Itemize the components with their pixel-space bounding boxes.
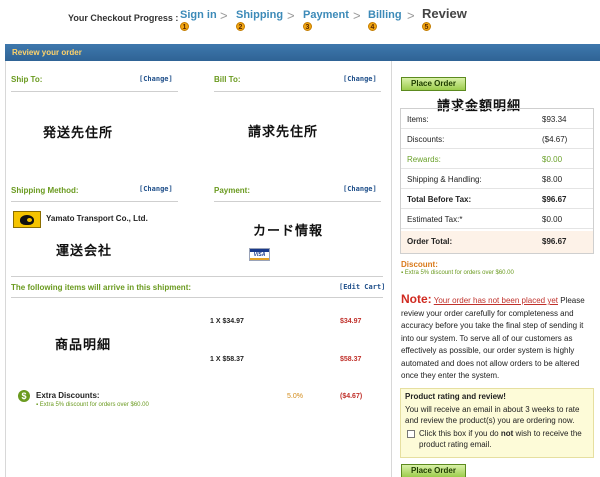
extra-discount-percent: 5.0% xyxy=(287,393,303,400)
step-number-1: 1 xyxy=(180,22,189,31)
kitten-icon xyxy=(27,218,32,222)
order-note: Note: Your order has not been placed yet… xyxy=(401,293,595,383)
rating-title: Product rating and review! xyxy=(405,392,506,401)
review-order-header: Review your order xyxy=(5,44,600,61)
place-order-button[interactable]: Place Order xyxy=(401,77,466,91)
step-separator: > xyxy=(353,8,361,23)
not-placed-link[interactable]: Your order has not been placed yet xyxy=(434,296,558,305)
extra-discount-amount: ($4.67) xyxy=(340,393,363,400)
rating-opt-out-label: Click this box if you do not wish to rec… xyxy=(419,429,582,449)
summary-row-order-total: Order Total: $96.67 xyxy=(401,231,593,253)
step-number-3: 3 xyxy=(303,22,312,31)
step-payment[interactable]: Payment xyxy=(303,9,349,21)
discount-label: Discount: xyxy=(401,260,438,269)
step-number-2: 2 xyxy=(236,22,245,31)
item-total: $58.37 xyxy=(340,356,362,363)
summary-row-total-before-tax: Total Before Tax: $96.67 xyxy=(401,189,593,209)
note-label: Note: xyxy=(401,292,432,306)
card-info: カード情報 xyxy=(253,223,324,238)
step-separator: > xyxy=(287,8,295,23)
note-text: Please review your order carefully for c… xyxy=(401,296,585,380)
divider xyxy=(11,201,178,202)
yamato-logo-icon xyxy=(13,211,41,228)
divider xyxy=(11,297,383,298)
payment-change-link[interactable]: [Change] xyxy=(343,185,377,193)
bill-to-change-link[interactable]: [Change] xyxy=(343,75,377,83)
payment-title: Payment: xyxy=(214,186,251,195)
step-shipping[interactable]: Shipping xyxy=(236,9,283,21)
step-number-5: 5 xyxy=(422,22,431,31)
divider xyxy=(11,276,383,277)
shipping-method-change-link[interactable]: [Change] xyxy=(139,185,173,193)
discount-note: ▪ Extra 5% discount for orders over $60.… xyxy=(401,270,514,276)
rating-notice: Product rating and review! You will rece… xyxy=(400,388,594,458)
ship-to-change-link[interactable]: [Change] xyxy=(139,75,173,83)
summary-row-rewards: Rewards: $0.00 xyxy=(401,149,593,169)
divider xyxy=(214,201,381,202)
items-title: The following items will arrive in this … xyxy=(11,283,192,292)
progress-label: Your Checkout Progress : xyxy=(68,13,179,23)
carrier-label: 運送会社 xyxy=(56,243,113,258)
bill-to-title: Bill To: xyxy=(214,75,241,84)
rating-text: You will receive an email in about 3 wee… xyxy=(405,405,580,425)
edit-cart-link[interactable]: [Edit Cart] xyxy=(339,283,385,291)
item-qty-price: 1 X $34.97 xyxy=(210,318,244,325)
carrier-name: Yamato Transport Co., Ltd. xyxy=(46,214,148,223)
divider xyxy=(11,91,178,92)
dollar-icon: $ xyxy=(18,390,30,402)
item-qty-price: 1 X $58.37 xyxy=(210,356,244,363)
divider xyxy=(214,91,381,92)
item-total: $34.97 xyxy=(340,318,362,325)
ship-to-title: Ship To: xyxy=(11,75,43,84)
bill-to-address: 請求先住所 xyxy=(248,124,319,139)
extra-discounts-label: Extra Discounts: xyxy=(36,391,100,400)
summary-row-shipping: Shipping & Handling: $8.00 xyxy=(401,169,593,189)
step-review: Review xyxy=(422,6,467,21)
step-number-4: 4 xyxy=(368,22,377,31)
ship-to-address: 発送先住所 xyxy=(43,125,114,140)
step-sign-in[interactable]: Sign in xyxy=(180,9,217,21)
summary-row-items: Items: $93.34 xyxy=(401,109,593,129)
summary-row-discounts: Discounts: ($4.67) xyxy=(401,129,593,149)
item-details: 商品明細 xyxy=(55,337,112,352)
extra-discount-note: ▪ Extra 5% discount for orders over $60.… xyxy=(36,402,149,408)
order-summary-table: Items: $93.34 Discounts: ($4.67) Rewards: $… xyxy=(400,108,594,254)
rating-opt-out-checkbox[interactable] xyxy=(407,430,415,438)
visa-card-icon: VISA xyxy=(249,248,270,261)
step-separator: > xyxy=(407,8,415,23)
checkout-progress: Your Checkout Progress : Sign in 1 > Shi… xyxy=(0,0,600,42)
place-order-bottom-button[interactable]: Place Order xyxy=(401,464,466,477)
shipping-method-title: Shipping Method: xyxy=(11,186,79,195)
step-separator: > xyxy=(220,8,228,23)
summary-row-tax: Estimated Tax:* $0.00 xyxy=(401,209,593,229)
step-billing[interactable]: Billing xyxy=(368,9,402,21)
